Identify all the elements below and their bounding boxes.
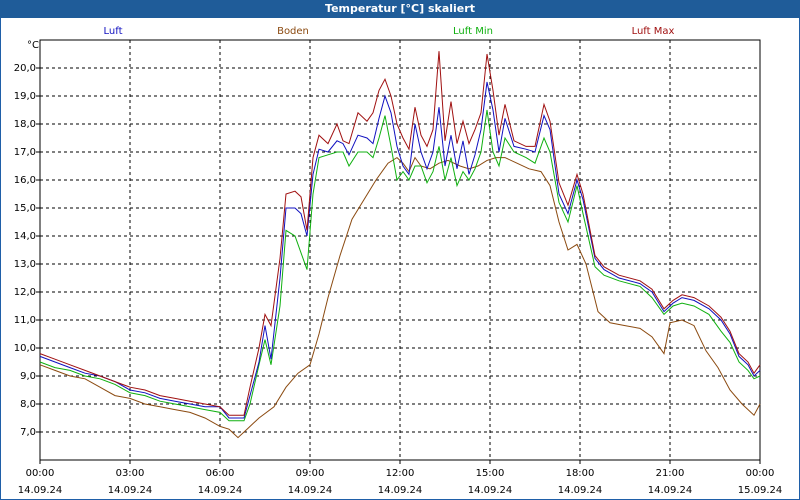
- x-tick-date-label: 14.09.24: [648, 485, 693, 496]
- x-tick-time-label: 21:00: [656, 468, 685, 479]
- x-tick-date-label: 14.09.24: [198, 485, 243, 496]
- y-tick-label: 7,0: [20, 427, 36, 438]
- x-tick-date-label: 14.09.24: [558, 485, 603, 496]
- x-axis-ticks: 00:00 14.09.24 03:00 14.09.24 06:00 14.09.24 0…: [18, 460, 783, 496]
- x-tick-time-label: 03:00: [116, 468, 145, 479]
- y-tick-label: 20,0: [14, 63, 36, 74]
- legend-entry-luft-min: Luft Min: [453, 26, 493, 37]
- y-tick-label: 15,0: [14, 203, 36, 214]
- x-tick-time-label: 00:00: [26, 468, 55, 479]
- line-chart: 7,0 8,0 9,0 10,0 11,0 12,0 13,0 14,0 15,0 16,0 17,…: [14, 26, 783, 496]
- y-tick-label: 9,0: [20, 371, 36, 382]
- x-tick-time-label: 12:00: [386, 468, 415, 479]
- legend-entry-luft-max: Luft Max: [632, 26, 675, 37]
- y-axis-ticks: 7,0 8,0 9,0 10,0 11,0 12,0 13,0 14,0 15,0 16,0 17,…: [14, 63, 40, 438]
- x-tick-date-label: 14.09.24: [468, 485, 513, 496]
- x-tick-time-label: 09:00: [296, 468, 325, 479]
- x-tick-date-label: 14.09.24: [378, 485, 423, 496]
- legend: Luft Boden Luft Min Luft Max: [104, 26, 675, 37]
- y-tick-label: 10,0: [14, 343, 36, 354]
- y-tick-label: 17,0: [14, 147, 36, 158]
- x-tick-date-label: 14.09.24: [108, 485, 153, 496]
- x-tick-time-label: 06:00: [206, 468, 235, 479]
- y-tick-label: 19,0: [14, 91, 36, 102]
- y-tick-label: 18,0: [14, 119, 36, 130]
- y-tick-label: 13,0: [14, 259, 36, 270]
- x-tick-date-label: 14.09.24: [288, 485, 333, 496]
- x-tick-time-label: 00:00: [746, 468, 775, 479]
- x-tick-date-label: 15.09.24: [738, 485, 783, 496]
- x-tick-time-label: 15:00: [476, 468, 505, 479]
- legend-entry-boden: Boden: [277, 26, 309, 37]
- y-axis-label: °C: [27, 40, 39, 51]
- y-tick-label: 8,0: [20, 399, 36, 410]
- y-tick-label: 14,0: [14, 231, 36, 242]
- y-tick-label: 16,0: [14, 175, 36, 186]
- x-tick-date-label: 14.09.24: [18, 485, 63, 496]
- y-tick-label: 12,0: [14, 287, 36, 298]
- legend-entry-luft: Luft: [104, 26, 123, 37]
- x-tick-time-label: 18:00: [566, 468, 595, 479]
- y-tick-label: 11,0: [14, 315, 36, 326]
